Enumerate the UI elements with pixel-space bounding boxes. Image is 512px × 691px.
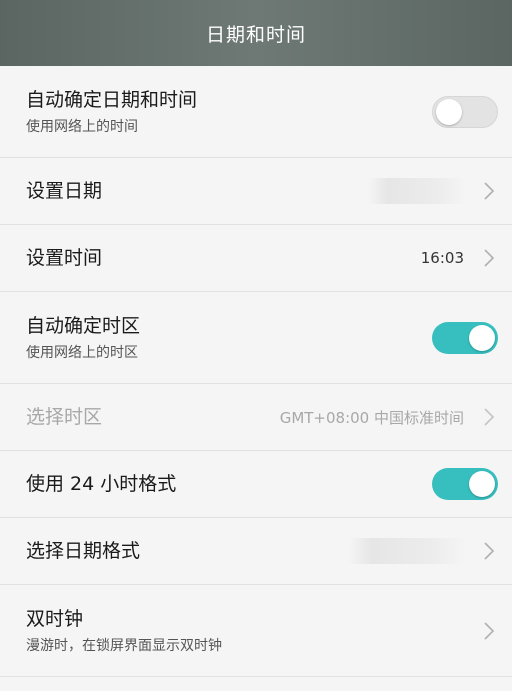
toggle-knob (469, 324, 495, 351)
auto-timezone-text: 自动确定时区 使用网络上的时区 (26, 313, 432, 362)
chevron-right-icon (482, 180, 496, 202)
auto-datetime-subtitle: 使用网络上的时间 (26, 119, 138, 135)
use-24h-row[interactable]: 使用 24 小时格式 (0, 451, 512, 518)
auto-timezone-row[interactable]: 自动确定时区 使用网络上的时区 (0, 292, 512, 384)
page-title: 日期和时间 (205, 23, 306, 46)
chevron-right-icon (482, 247, 496, 269)
chevron-right-icon (482, 620, 496, 642)
use-24h-text: 使用 24 小时格式 (26, 471, 432, 497)
dual-clock-text: 双时钟 漫游时，在锁屏界面显示双时钟 (26, 606, 482, 655)
timezone-value: GMT+08:00 中国标准时间 (279, 408, 464, 427)
dual-clock-row[interactable]: 双时钟 漫游时，在锁屏界面显示双时钟 (0, 585, 512, 677)
auto-datetime-title: 自动确定日期和时间 (26, 89, 198, 111)
date-format-text: 选择日期格式 (26, 538, 348, 564)
date-format-value-blurred (348, 538, 466, 564)
select-timezone-text: 选择时区 (26, 404, 280, 430)
toggle-knob (469, 471, 495, 497)
set-date-text: 设置日期 (26, 178, 368, 204)
settings-list: 自动确定日期和时间 使用网络上的时间 设置日期 设置时间 16:03 自动确定时… (0, 66, 512, 677)
select-timezone-title: 选择时区 (26, 406, 103, 428)
set-date-title: 设置日期 (26, 180, 103, 202)
time-value: 16:03 (420, 249, 464, 267)
dual-clock-title: 双时钟 (26, 608, 84, 630)
auto-timezone-toggle[interactable] (432, 321, 498, 354)
use-24h-title: 使用 24 小时格式 (26, 473, 177, 495)
date-format-row[interactable]: 选择日期格式 (0, 518, 512, 585)
set-date-row[interactable]: 设置日期 (0, 158, 512, 225)
auto-datetime-toggle[interactable] (432, 95, 498, 128)
auto-datetime-text: 自动确定日期和时间 使用网络上的时间 (26, 87, 432, 136)
chevron-right-icon (482, 406, 496, 428)
set-time-text: 设置时间 (26, 245, 421, 271)
auto-datetime-row[interactable]: 自动确定日期和时间 使用网络上的时间 (0, 66, 512, 158)
date-value-blurred (368, 178, 466, 204)
select-timezone-row[interactable]: 选择时区 GMT+08:00 中国标准时间 (0, 384, 512, 451)
date-format-title: 选择日期格式 (26, 540, 141, 562)
chevron-right-icon (482, 540, 496, 562)
dual-clock-subtitle: 漫游时，在锁屏界面显示双时钟 (26, 638, 222, 654)
use-24h-toggle[interactable] (432, 468, 498, 500)
auto-timezone-subtitle: 使用网络上的时区 (26, 345, 138, 361)
set-time-row[interactable]: 设置时间 16:03 (0, 225, 512, 292)
set-time-title: 设置时间 (26, 247, 103, 269)
toggle-knob (436, 98, 462, 125)
app-header: 日期和时间 (0, 0, 512, 66)
auto-timezone-title: 自动确定时区 (26, 315, 141, 337)
